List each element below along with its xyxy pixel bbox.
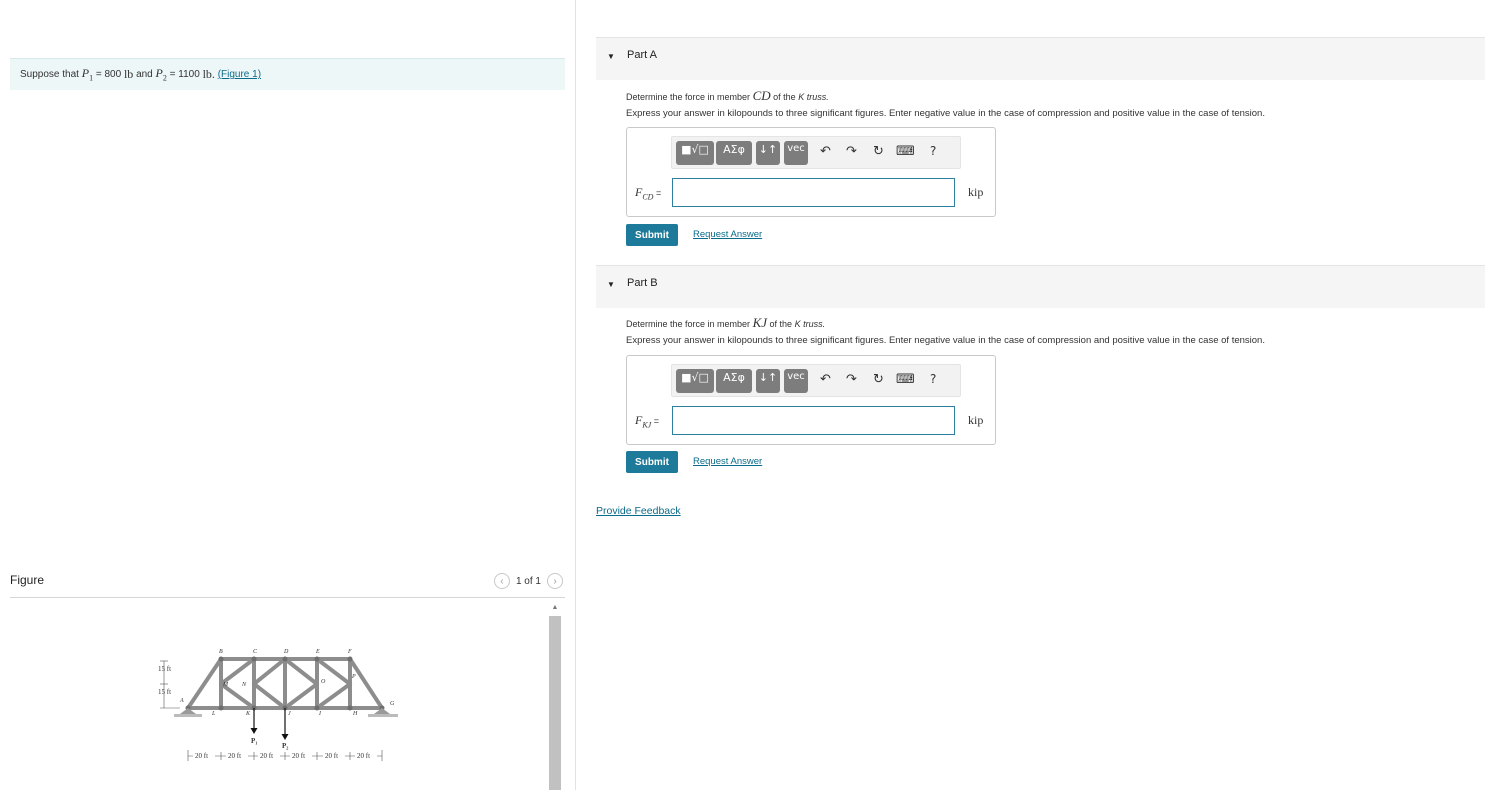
vector-button[interactable]: vec [784,369,808,393]
redo-icon[interactable]: ↷ [846,372,857,387]
scroll-up-arrow-icon[interactable]: ▲ [548,601,562,613]
figure-title: Figure [10,573,45,587]
part-a-header[interactable]: ▼ Part A [596,37,1485,80]
chevron-right-icon[interactable]: › [547,573,563,589]
math-toolbar: ■√□ ΑΣφ ↓↑ vec ↶ ↷ ↻ ⌨ ? [671,364,961,397]
part-a-request-answer-link[interactable]: Request Answer [693,229,762,240]
caret-down-icon[interactable]: ▼ [607,280,615,289]
joint-label-o: O [321,679,326,685]
part-b-header[interactable]: ▼ Part B [596,265,1485,308]
part-b-request-answer-link[interactable]: Request Answer [693,456,762,467]
greek-symbols-button[interactable]: ΑΣφ [716,141,752,165]
part-a-answer-input[interactable] [672,178,955,207]
joint-label-h: H [352,711,358,717]
height-label-upper: 15 ft [158,665,171,673]
undo-icon[interactable]: ↶ [820,372,831,387]
joint-label-a: A [179,698,184,704]
member-name: KJ [752,315,768,330]
height-label-lower: 15 ft [158,688,171,696]
math-toolbar: ■√□ ΑΣφ ↓↑ vec ↶ ↷ ↻ ⌨ ? [671,136,961,169]
part-a-answer-box: ■√□ ΑΣφ ↓↑ vec ↶ ↷ ↻ ⌨ ? FCD = kip [626,127,996,217]
joint-label-i: I [318,711,322,717]
span-label-3: 20 ft [260,752,273,760]
p1-unit: lb [123,67,134,81]
part-b-unit: kip [968,413,984,427]
figure-scrollbar[interactable]: ▲ [548,601,562,790]
keyboard-icon[interactable]: ⌨ [896,144,915,159]
part-b-title: Part B [627,277,658,289]
help-icon[interactable]: ? [930,372,936,386]
span-label-5: 20 ft [325,752,338,760]
p2-value: = 1100 [169,69,200,80]
joint-label-d: D [283,649,289,655]
part-b-variable: FKJ = [635,413,659,430]
joint-label-k: K [245,711,251,717]
part-a-instructions: Express your answer in kilopounds to thr… [626,108,1265,119]
intro-prefix: Suppose that [20,69,79,80]
joint-label-f: F [347,649,352,655]
provide-feedback-link[interactable]: Provide Feedback [596,505,681,517]
p1-value: = 800 [95,69,122,80]
joint-label-c: C [253,649,258,655]
joint-label-g: G [390,701,395,707]
redo-icon[interactable]: ↷ [846,144,857,159]
p1-symbol: P1 [81,66,94,83]
span-label-1: 20 ft [195,752,208,760]
truss-members [186,657,384,710]
joint-label-l: L [211,711,216,717]
reset-icon[interactable]: ↻ [873,144,884,159]
ground-a [174,714,202,717]
load-label-p2: P₂ [282,742,288,750]
arrowhead-down-icon [281,734,289,740]
load-label-p1: P₁ [251,737,257,745]
scrollbar-thumb[interactable] [549,616,561,790]
figure-page-count: 1 of 1 [515,575,541,587]
reset-icon[interactable]: ↻ [873,372,884,387]
arrowhead-down-icon [250,728,258,734]
keyboard-icon[interactable]: ⌨ [896,372,915,387]
span-label-6: 20 ft [357,752,370,760]
p2-unit: lb. [202,67,215,81]
arrows-button[interactable]: ↓↑ [756,141,780,165]
joint-label-m: M [222,682,229,688]
member-name: CD [752,88,771,103]
joint-label-p: P [351,674,356,680]
span-label-4: 20 ft [292,752,305,760]
greek-symbols-button[interactable]: ΑΣφ [716,369,752,393]
caret-down-icon[interactable]: ▼ [607,52,615,61]
joint-label-e: E [315,649,320,655]
templates-button[interactable]: ■√□ [676,141,714,165]
templates-button[interactable]: ■√□ [676,369,714,393]
part-a-title: Part A [627,49,657,61]
part-b-answer-input[interactable] [672,406,955,435]
joint-label-n: N [241,682,247,688]
k-truss-figure: 15 ft 15 ft B C D E F A L K J I H G M N … [158,649,398,761]
figure-header: Figure ‹ 1 of 1 › [10,570,565,598]
chevron-left-icon[interactable]: ‹ [493,573,510,589]
part-b-instructions: Express your answer in kilopounds to thr… [626,335,1265,346]
figure-link[interactable]: (Figure 1) [218,69,261,80]
vector-button[interactable]: vec [784,141,808,165]
part-a-submit-button[interactable]: Submit [626,224,678,246]
help-icon[interactable]: ? [930,144,936,158]
undo-icon[interactable]: ↶ [820,144,831,159]
part-a-variable: FCD = [635,185,662,202]
part-b-answer-box: ■√□ ΑΣφ ↓↑ vec ↶ ↷ ↻ ⌨ ? FKJ = kip [626,355,996,445]
arrows-button[interactable]: ↓↑ [756,369,780,393]
p2-symbol: P2 [155,66,167,83]
part-b-submit-button[interactable]: Submit [626,451,678,473]
part-a-unit: kip [968,185,984,199]
part-a-question: Determine the force in member CD of the … [626,88,829,103]
intro-and: and [136,69,153,80]
problem-panel: Suppose that P1 = 800 lb and P2 = 1100 l… [0,0,576,790]
span-label-2: 20 ft [228,752,241,760]
joint-label-b: B [219,649,223,655]
part-b-question: Determine the force in member KJ of the … [626,315,826,330]
figure-pager: ‹ 1 of 1 › [493,573,563,589]
problem-statement: Suppose that P1 = 800 lb and P2 = 1100 l… [10,59,565,90]
ground-g [368,714,398,717]
joint-label-j: J [288,711,291,717]
